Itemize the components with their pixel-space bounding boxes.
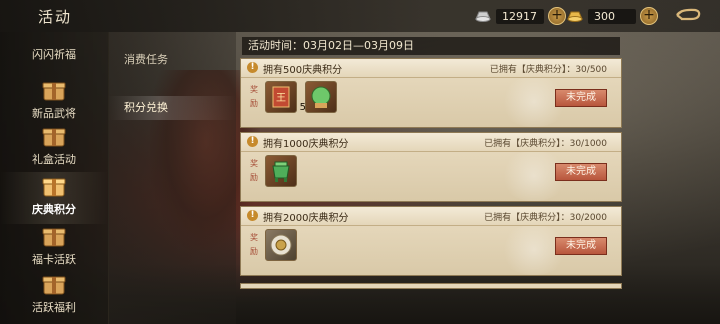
- reward-tag: 奖励: [250, 233, 258, 256]
- sidebar-item-active-welfare[interactable]: 活跃福利: [0, 270, 108, 322]
- gift-box-icon: [42, 228, 66, 247]
- reward-item[interactable]: [265, 229, 297, 261]
- reward-tag: 奖励: [250, 159, 258, 182]
- sidebar-item-label: 福卡活跃: [32, 253, 76, 266]
- sidebar-item-label: 新品武将: [32, 107, 76, 120]
- task-name: 拥有500庆典积分: [263, 65, 343, 76]
- page-title: 活动: [38, 8, 73, 26]
- copper-resource: 12917 +: [474, 7, 566, 25]
- task-header: ! 拥有1000庆典积分 已拥有【庆典积分】：30/1000: [241, 133, 621, 152]
- sidebar-item-label: 礼盒活动: [32, 153, 76, 166]
- copper-value: 12917: [496, 8, 544, 24]
- sidebar-item-new-general[interactable]: 新品武将: [0, 76, 108, 128]
- event-time: 活动时间：03月02日—03月09日: [242, 37, 620, 55]
- gold-resource: 300 +: [566, 7, 658, 25]
- status-incomplete-button[interactable]: 未完成: [555, 89, 607, 107]
- task-card-next: [240, 283, 622, 289]
- task-progress: 已拥有【庆典积分】：30/1000: [484, 139, 607, 149]
- task-header: ! 拥有500庆典积分 已拥有【庆典积分】：30/500: [241, 59, 621, 78]
- task-card: ! 拥有500庆典积分 已拥有【庆典积分】：30/500 奖励 王 5 未完成: [240, 58, 622, 128]
- sidebar-item-celebration-points[interactable]: 庆典积分: [0, 172, 108, 224]
- submenu-item-spending-task[interactable]: 消费任务: [108, 48, 236, 72]
- status-incomplete-button[interactable]: 未完成: [555, 237, 607, 255]
- token-icon: 王: [272, 86, 290, 108]
- sidebar-item-label: 活跃福利: [32, 301, 76, 314]
- reward-tag: 奖励: [250, 85, 258, 108]
- silver-coin-icon: [270, 234, 292, 256]
- copper-ingot-icon: [475, 11, 491, 22]
- gold-add-button[interactable]: +: [640, 7, 658, 25]
- submenu-item-points-exchange[interactable]: 积分兑换: [108, 96, 236, 120]
- gold-value: 300: [588, 8, 636, 24]
- sub-menu: 消费任务 积分兑换: [108, 32, 236, 324]
- copper-add-button[interactable]: +: [548, 7, 566, 25]
- top-bar: 活动 12917 + 300 +: [0, 0, 720, 32]
- task-progress: 已拥有【庆典积分】：30/2000: [484, 213, 607, 223]
- status-incomplete-button[interactable]: 未完成: [555, 163, 607, 181]
- jade-cauldron-icon: [272, 161, 290, 182]
- reward-item[interactable]: [305, 81, 337, 113]
- task-progress: 已拥有【庆典积分】：30/500: [489, 65, 607, 75]
- back-button[interactable]: [670, 6, 706, 26]
- task-card: ! 拥有2000庆典积分 已拥有【庆典积分】：30/2000 奖励 未完成: [240, 206, 622, 276]
- task-card: ! 拥有1000庆典积分 已拥有【庆典积分】：30/1000 奖励 未完成: [240, 132, 622, 202]
- svg-text:王: 王: [276, 93, 286, 104]
- sidebar-item-label: 闪闪祈福: [32, 48, 76, 61]
- jade-orb-icon: [311, 86, 331, 108]
- gift-box-icon: [42, 82, 66, 101]
- exclamation-icon: !: [247, 136, 258, 147]
- sidebar-item-lucky-card[interactable]: 福卡活跃: [0, 222, 108, 274]
- gold-ingot-icon: [567, 11, 583, 22]
- task-name: 拥有1000庆典积分: [263, 139, 349, 150]
- sidebar-item-gift-event[interactable]: 礼盒活动: [0, 122, 108, 174]
- task-name: 拥有2000庆典积分: [263, 213, 349, 224]
- gift-box-icon: [42, 276, 66, 295]
- exclamation-icon: !: [247, 210, 258, 221]
- gift-box-icon: [42, 128, 66, 147]
- exclamation-icon: !: [247, 62, 258, 73]
- reward-item[interactable]: 王 5: [265, 81, 306, 113]
- activity-sidebar: 闪闪祈福 新品武将 礼盒活动 庆典积分 福卡活跃 活跃福利: [0, 32, 109, 324]
- gift-box-icon: [42, 178, 66, 197]
- sidebar-item-label: 庆典积分: [32, 203, 76, 216]
- back-arrow-icon: [676, 8, 701, 21]
- reward-item[interactable]: [265, 155, 297, 187]
- task-header: ! 拥有2000庆典积分 已拥有【庆典积分】：30/2000: [241, 207, 621, 226]
